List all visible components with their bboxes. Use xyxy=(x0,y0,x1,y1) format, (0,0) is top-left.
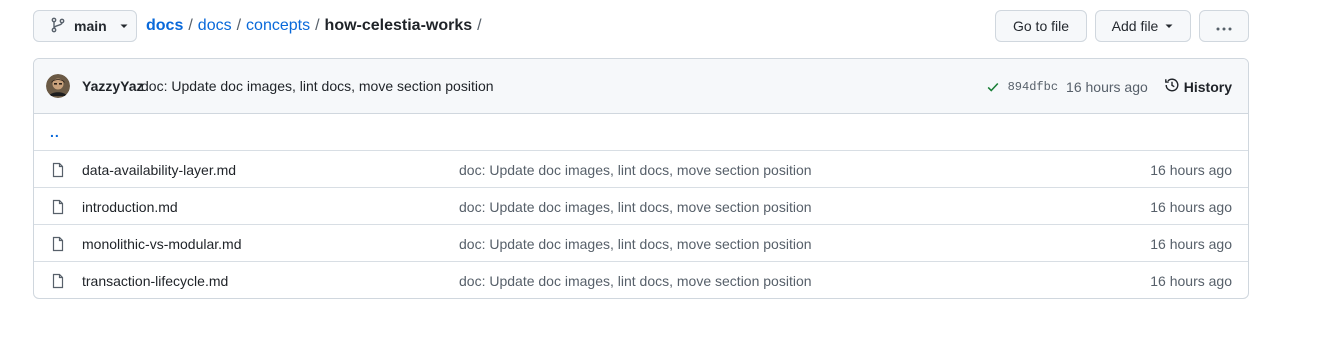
file-row[interactable]: transaction-lifecycle.md doc: Update doc… xyxy=(34,261,1248,298)
latest-commit-bar: YazzyYaz doc: Update doc images, lint do… xyxy=(34,59,1248,114)
parent-directory-link[interactable]: .. xyxy=(50,124,60,140)
file-name-link[interactable]: monolithic-vs-modular.md xyxy=(82,236,242,252)
file-name-link[interactable]: data-availability-layer.md xyxy=(82,162,236,178)
breadcrumb-root-link[interactable]: docs xyxy=(146,17,183,35)
file-row[interactable]: monolithic-vs-modular.md doc: Update doc… xyxy=(34,224,1248,261)
breadcrumb: docs / docs / concepts / how-celestia-wo… xyxy=(146,10,487,42)
file-icon xyxy=(50,162,66,181)
go-to-file-button[interactable]: Go to file xyxy=(995,10,1087,42)
history-icon xyxy=(1164,77,1180,96)
file-icon xyxy=(50,236,66,255)
file-row[interactable]: introduction.md doc: Update doc images, … xyxy=(34,187,1248,224)
file-icon xyxy=(50,199,66,218)
repo-toolbar: main docs / docs / concepts / how-celest… xyxy=(33,10,1249,42)
parent-directory-row[interactable]: .. xyxy=(34,114,1248,150)
kebab-horizontal-icon xyxy=(1215,18,1233,34)
git-branch-icon xyxy=(50,17,66,36)
file-icon xyxy=(50,273,66,292)
file-commit-message-link[interactable]: doc: Update doc images, lint docs, move … xyxy=(459,162,812,178)
breadcrumb-separator: / xyxy=(188,17,193,34)
avatar[interactable] xyxy=(46,74,70,98)
caret-down-icon xyxy=(1164,18,1174,34)
file-commit-message-link[interactable]: doc: Update doc images, lint docs, move … xyxy=(459,273,812,289)
file-commit-message-link[interactable]: doc: Update doc images, lint docs, move … xyxy=(459,199,812,215)
breadcrumb-separator: / xyxy=(477,17,482,34)
commit-sha-link[interactable]: 894dfbc xyxy=(1008,80,1058,94)
breadcrumb-separator: / xyxy=(315,17,320,34)
branch-name: main xyxy=(74,18,107,34)
file-commit-message-link[interactable]: doc: Update doc images, lint docs, move … xyxy=(459,236,812,252)
file-age: 16 hours ago xyxy=(1150,236,1232,252)
file-browser: YazzyYaz doc: Update doc images, lint do… xyxy=(33,58,1249,299)
file-age: 16 hours ago xyxy=(1150,273,1232,289)
add-file-label: Add file xyxy=(1111,18,1159,34)
check-icon[interactable] xyxy=(986,80,1000,94)
breadcrumb-link-concepts[interactable]: concepts xyxy=(246,17,310,35)
breadcrumb-separator: / xyxy=(236,17,242,34)
more-options-button[interactable] xyxy=(1199,10,1249,42)
commit-message-link[interactable]: doc: Update doc images, lint docs, move … xyxy=(141,78,494,94)
file-name-link[interactable]: transaction-lifecycle.md xyxy=(82,273,228,289)
file-row[interactable]: data-availability-layer.md doc: Update d… xyxy=(34,150,1248,187)
commit-meta: 894dfbc 16 hours ago History xyxy=(986,59,1232,114)
commit-time: 16 hours ago xyxy=(1066,78,1148,95)
add-file-button[interactable]: Add file xyxy=(1095,10,1191,42)
file-name-link[interactable]: introduction.md xyxy=(82,199,178,215)
branch-selector-button[interactable]: main xyxy=(33,10,137,42)
commit-author-link[interactable]: YazzyYaz xyxy=(82,78,144,94)
file-age: 16 hours ago xyxy=(1150,199,1232,215)
history-label: History xyxy=(1183,78,1232,95)
history-link[interactable]: History xyxy=(1164,77,1232,96)
file-age: 16 hours ago xyxy=(1150,162,1232,178)
breadcrumb-current: how-celestia-works xyxy=(324,17,473,34)
breadcrumb-link-docs[interactable]: docs xyxy=(198,17,232,35)
caret-down-icon xyxy=(119,18,129,34)
